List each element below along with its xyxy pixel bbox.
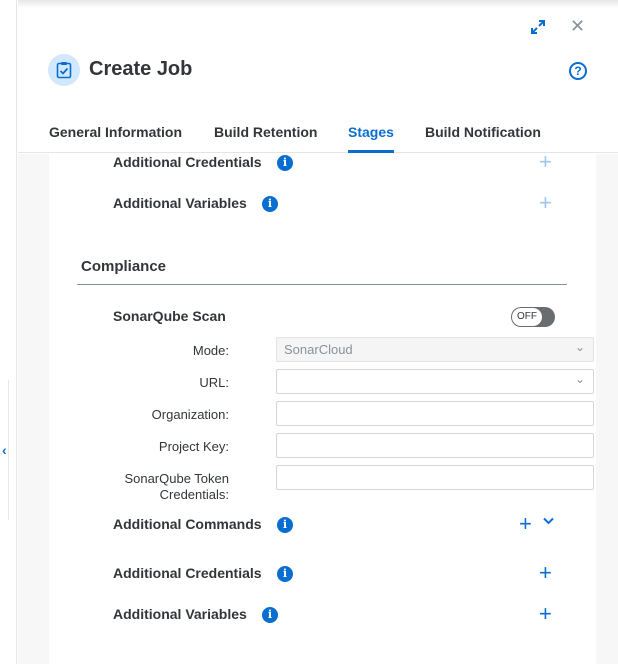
organization-label: Organization:: [151, 407, 229, 422]
add-credential-button[interactable]: +: [539, 562, 552, 584]
left-collapse-strip: ‹: [0, 0, 17, 664]
compliance-section-title: Compliance: [81, 258, 167, 275]
create-job-dialog: ✕ Create Job ? General Information Build…: [18, 0, 618, 664]
tab-stages[interactable]: Stages: [348, 124, 394, 153]
chevron-down-icon: ⌄: [574, 372, 585, 386]
mode-value: SonarCloud: [284, 342, 353, 357]
toggle-state-label: OFF: [512, 308, 542, 326]
tab-bar: General Information Build Retention Stag…: [18, 115, 618, 153]
add-command-button[interactable]: +: [519, 513, 532, 535]
url-select[interactable]: ⌄: [276, 369, 594, 394]
organization-input[interactable]: [276, 401, 594, 426]
url-label: URL:: [199, 375, 229, 390]
mode-label: Mode:: [192, 343, 229, 358]
additional-commands-label: Additional Commands: [113, 516, 262, 532]
collapse-left-icon[interactable]: ‹: [2, 442, 7, 458]
chevron-down-icon: ⌄: [574, 340, 585, 354]
add-variable-button[interactable]: +: [539, 603, 552, 625]
dialog-title: Create Job: [89, 58, 193, 80]
additional-variables-label: Additional Variables: [113, 606, 247, 622]
add-credential-button-top[interactable]: +: [539, 151, 552, 173]
info-icon[interactable]: i: [262, 607, 278, 623]
additional-variables-label-top: Additional Variables: [113, 195, 247, 211]
additional-credentials-label: Additional Credentials: [113, 565, 262, 581]
token-credentials-input[interactable]: [276, 465, 594, 490]
info-icon[interactable]: i: [262, 196, 278, 212]
info-icon[interactable]: i: [277, 155, 293, 171]
close-icon[interactable]: ✕: [570, 16, 585, 36]
add-variable-button-top[interactable]: +: [539, 192, 552, 214]
tab-build-notification[interactable]: Build Notification: [425, 124, 541, 140]
stage-card: Additional Credentials i + Additional Va…: [49, 151, 596, 664]
chevron-down-icon[interactable]: [543, 516, 554, 528]
token-label-line1: SonarQube Token: [124, 471, 229, 486]
info-icon[interactable]: i: [277, 566, 293, 582]
additional-credentials-label-top: Additional Credentials: [113, 154, 262, 170]
tab-build-retention[interactable]: Build Retention: [214, 124, 317, 140]
mode-select[interactable]: SonarCloud ⌄: [276, 337, 594, 362]
sonarqube-scan-toggle[interactable]: OFF: [511, 307, 555, 327]
info-icon[interactable]: i: [277, 517, 293, 533]
top-shadow: [18, 0, 618, 8]
project-key-label: Project Key:: [158, 439, 229, 454]
sonarqube-scan-label: SonarQube Scan: [113, 308, 226, 324]
token-label-line2: Credentials:: [159, 487, 229, 502]
clipboard-check-icon: [48, 54, 80, 86]
stages-content: Additional Credentials i + Additional Va…: [18, 151, 618, 664]
help-icon[interactable]: ?: [569, 62, 587, 80]
project-key-input[interactable]: [276, 433, 594, 458]
expand-icon[interactable]: [529, 18, 547, 36]
section-divider: [77, 284, 567, 285]
tab-general-information[interactable]: General Information: [49, 124, 182, 140]
